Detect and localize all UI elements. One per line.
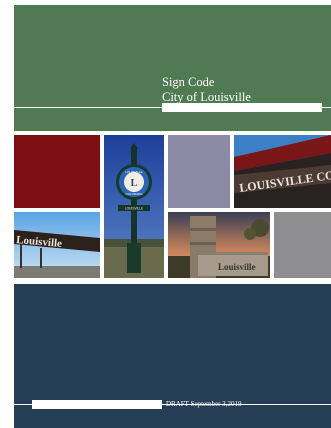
clock-sign-photo: L LOUISVILLE COLORADO LOUISVILLE [104,135,164,278]
clock-ring-state: COLORADO [125,192,143,196]
footer-accent-bar [32,400,162,409]
building-sign-photo: LOUISVILLE CO [234,135,331,208]
arch-sign-photo: Louisville [14,212,100,278]
clock-ring-text: LOUISVILLE [125,170,142,174]
red-color-tile [14,135,100,208]
document-title: Sign Code [162,75,215,89]
clock-letter: L [131,178,138,189]
lavender-color-tile [168,135,230,208]
report-cover: Sign Code City of Louisville L LOUISVILL… [14,5,331,428]
clock-plaque-text: LOUISVILLE [125,207,143,211]
stone-sign-photo: Louisville [168,212,270,278]
stone-sign-text: Louisville [218,262,256,272]
title-accent-bar [162,103,322,112]
draft-date-label: DRAFT September 3,2019 [166,400,242,408]
footer-band: DRAFT September 3,2019 [14,284,331,428]
gray-color-tile [274,212,331,278]
title-band: Sign Code City of Louisville [14,5,331,131]
document-subtitle: City of Louisville [162,90,251,104]
